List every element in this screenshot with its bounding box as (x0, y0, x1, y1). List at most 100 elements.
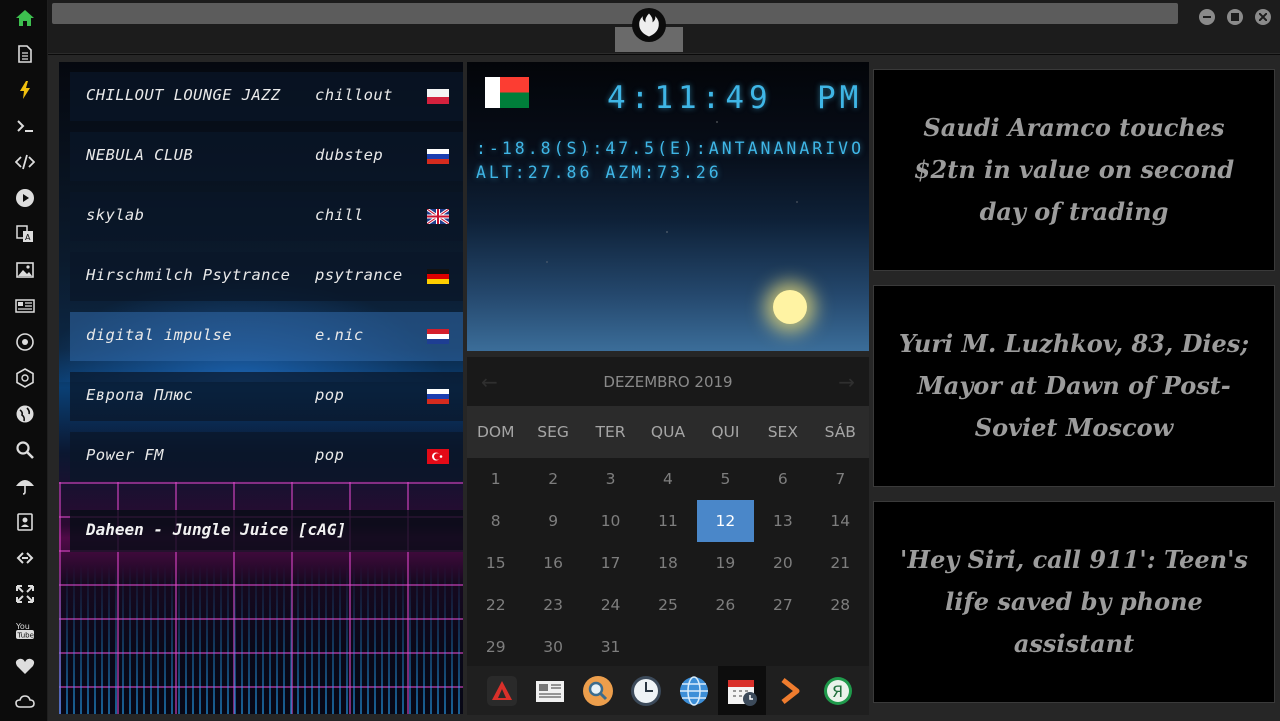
link-icon[interactable] (13, 546, 37, 570)
calendar-day[interactable]: 26 (697, 584, 754, 626)
calendar-day[interactable]: 27 (754, 584, 811, 626)
calendar-day[interactable]: 7 (812, 458, 869, 500)
calendar-day[interactable]: 18 (639, 542, 696, 584)
clock-app-icon[interactable] (622, 666, 670, 715)
globe-app-icon[interactable] (670, 666, 718, 715)
calendar-day[interactable]: 30 (524, 626, 581, 668)
cloud-icon[interactable] (13, 690, 37, 714)
weekday-label: SEX (767, 423, 798, 441)
clock-ampm: PM (817, 80, 863, 116)
calendar-day[interactable]: 1 (467, 458, 524, 500)
clock-time: 4:11:49 (607, 80, 773, 116)
news-app-icon[interactable] (526, 666, 574, 715)
calendar-day[interactable]: 6 (754, 458, 811, 500)
calendar-day[interactable]: 21 (812, 542, 869, 584)
calendar-day[interactable]: 5 (697, 458, 754, 500)
madagascar-flag-icon (485, 77, 529, 108)
heart-icon[interactable] (13, 654, 37, 678)
address-bar[interactable] (52, 3, 1178, 24)
calendar-days: 1 2 3 4 5 6 7 8 9 10 11 12 13 14 15 16 17 18 19 20 21 22 23 24 2… (467, 458, 869, 668)
newspaper-icon[interactable] (13, 294, 37, 318)
translate-icon[interactable]: A (13, 222, 37, 246)
home-icon[interactable] (13, 6, 37, 30)
station-item[interactable]: Европа Плюс pop (70, 372, 463, 421)
calendar-day[interactable]: 9 (524, 500, 581, 542)
play-icon[interactable] (13, 186, 37, 210)
terminal-icon[interactable] (13, 114, 37, 138)
next-month-icon[interactable]: → (838, 370, 855, 394)
weekday-label: QUA (650, 423, 686, 441)
croatia-flag-icon (427, 329, 449, 344)
calendar-month-label: DEZEMBRO 2019 (603, 372, 733, 391)
station-genre: chillout (315, 86, 393, 104)
rebel-alliance-icon[interactable] (13, 330, 37, 354)
clock-alt-azm: ALT:27.86 AZM:73.26 (476, 163, 722, 182)
station-item[interactable]: NEBULA CLUB dubstep (70, 132, 463, 181)
calendar-day[interactable]: 20 (754, 542, 811, 584)
forward-app-icon[interactable] (766, 666, 814, 715)
station-item[interactable]: CHILLOUT LOUNGE JAZZ chillout (70, 72, 463, 121)
calendar: ← DEZEMBRO 2019 → DOM SEG TER QUA QUI SE… (467, 357, 869, 666)
prev-month-icon[interactable]: ← (481, 370, 498, 394)
poland-flag-icon (427, 89, 449, 104)
code-icon[interactable] (13, 150, 37, 174)
maximize-button[interactable] (1227, 9, 1243, 25)
weekday-label: QUI (711, 423, 740, 441)
search-app-icon[interactable] (574, 666, 622, 715)
search-icon[interactable] (13, 438, 37, 462)
calendar-weekdays: DOM SEG TER QUA QUI SEX SÁB (467, 406, 869, 458)
news-card[interactable]: 'Hey Siri, call 911': Teen's life saved … (873, 501, 1275, 703)
station-item-active[interactable]: digital impulse e.nic (70, 312, 463, 361)
station-item[interactable]: Hirschmilch Psytrance psytrance (70, 252, 463, 301)
station-name: Power FM (86, 446, 164, 464)
station-item[interactable]: skylab chill (70, 192, 463, 241)
document-icon[interactable] (13, 42, 37, 66)
station-name: NEBULA CLUB (86, 146, 194, 164)
calendar-day[interactable]: 22 (467, 584, 524, 626)
calendar-day[interactable]: 10 (582, 500, 639, 542)
image-icon[interactable] (13, 258, 37, 282)
calendar-day-selected[interactable]: 12 (696, 500, 755, 542)
calendar-day[interactable]: 29 (467, 626, 524, 668)
calendar-day[interactable]: 25 (639, 584, 696, 626)
calendar-day[interactable]: 28 (812, 584, 869, 626)
weekday-label: DOM (476, 423, 515, 441)
bolt-icon[interactable] (13, 78, 37, 102)
contacts-icon[interactable] (13, 510, 37, 534)
calendar-day[interactable]: 4 (639, 458, 696, 500)
youtube-icon[interactable]: You Tube (13, 618, 37, 642)
umbrella-icon[interactable] (13, 474, 37, 498)
station-item[interactable]: Power FM pop (70, 432, 463, 481)
news-card[interactable]: Yuri M. Luzhkov, 83, Dies; Mayor at Dawn… (873, 285, 1275, 487)
weekday-label: SÁB (824, 423, 856, 441)
fullscreen-icon[interactable] (13, 582, 37, 606)
calendar-day[interactable]: 13 (754, 500, 811, 542)
station-genre: dubstep (315, 146, 384, 164)
russia-flag-icon (427, 149, 449, 164)
now-playing: Daheen - Jungle Juice [cAG] (70, 510, 463, 552)
clock-coordinates: :-18.8(S):47.5(E):ANTANANARIVO (476, 139, 865, 158)
russia-flag-icon (427, 389, 449, 404)
calendar-day[interactable]: 3 (582, 458, 639, 500)
calendar-header: ← DEZEMBRO 2019 → (467, 357, 869, 406)
calendar-day[interactable]: 2 (524, 458, 581, 500)
calendar-day[interactable]: 16 (524, 542, 581, 584)
calendar-day[interactable]: 19 (697, 542, 754, 584)
calendar-day[interactable]: 24 (582, 584, 639, 626)
news-card[interactable]: Saudi Aramco touches $2tn in value on se… (873, 69, 1275, 271)
yandex-app-icon[interactable]: Я (814, 666, 862, 715)
calendar-day[interactable]: 8 (467, 500, 524, 542)
ark-app-icon[interactable] (478, 666, 526, 715)
calendar-app-icon[interactable] (718, 666, 766, 715)
calendar-day[interactable]: 15 (467, 542, 524, 584)
calendar-day[interactable]: 14 (812, 500, 869, 542)
galactic-empire-icon[interactable] (13, 366, 37, 390)
close-button[interactable] (1255, 9, 1271, 25)
calendar-day[interactable]: 23 (524, 584, 581, 626)
calendar-day[interactable]: 31 (582, 626, 639, 668)
minimize-button[interactable] (1199, 9, 1215, 25)
calendar-day[interactable]: 11 (639, 500, 696, 542)
globe-icon[interactable] (13, 402, 37, 426)
window-titlebar (48, 0, 1280, 54)
calendar-day[interactable]: 17 (582, 542, 639, 584)
